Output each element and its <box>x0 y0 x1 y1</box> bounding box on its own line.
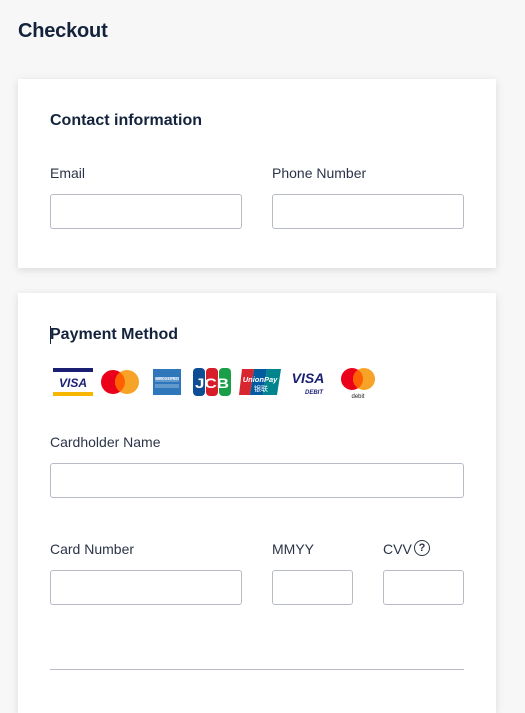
cvv-label: CVV <box>383 541 412 557</box>
visa-logo-text: VISA <box>59 376 87 390</box>
amex-logo: AMERICAN EXPRESS <box>153 369 181 395</box>
page-title: Checkout <box>18 20 108 42</box>
card-number-field[interactable] <box>50 570 242 605</box>
cardholder-name-field[interactable] <box>50 463 464 498</box>
jcb-logo: JCB <box>193 368 231 396</box>
contact-section-title: Contact information <box>50 112 202 129</box>
mastercard-debit-logo: debit <box>341 368 375 399</box>
payment-section-title: Payment Method <box>50 326 179 343</box>
expiry-label: MMYY <box>272 541 314 557</box>
expiry-field[interactable] <box>272 570 353 605</box>
visa-debit-logo-subtext: DEBIT <box>305 390 324 396</box>
unionpay-logo-text: UnionPay <box>243 375 278 384</box>
visa-debit-logo-text: VISA <box>292 370 325 386</box>
unionpay-logo: UnionPay 银联 <box>239 369 281 395</box>
visa-logo: VISA <box>52 367 94 397</box>
contact-information-card: Contact information Email Phone Number <box>18 79 496 268</box>
email-field[interactable] <box>50 194 242 229</box>
amex-logo-text: AMERICAN EXPRESS <box>155 376 179 381</box>
cvv-help-icon[interactable]: ? <box>414 540 430 556</box>
cardholder-name-label: Cardholder Name <box>50 434 161 450</box>
phone-label: Phone Number <box>272 165 367 181</box>
card-number-label: Card Number <box>50 541 135 557</box>
phone-number-field[interactable] <box>272 194 464 229</box>
mastercard-logo <box>101 370 139 394</box>
visa-debit-logo: VISA DEBIT <box>292 370 325 396</box>
card-brand-logos: VISA AMERICAN EXPRESS JCB UnionPay 银联 VI… <box>52 367 375 399</box>
payment-method-card: Payment Method VISA AMERICAN EXPRESS JCB… <box>18 293 496 713</box>
email-label: Email <box>50 165 86 181</box>
cvv-field[interactable] <box>383 570 464 605</box>
section-divider <box>50 669 464 670</box>
jcb-logo-text: JCB <box>195 375 229 391</box>
unionpay-logo-subtext: 银联 <box>254 384 268 393</box>
mastercard-debit-logo-subtext: debit <box>351 394 364 399</box>
